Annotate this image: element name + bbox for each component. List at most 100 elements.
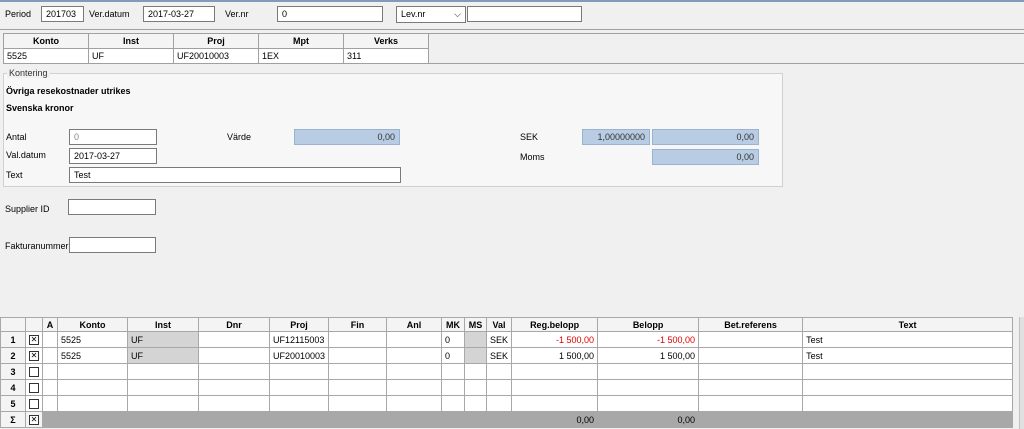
- konto-cell[interactable]: 5525: [3, 48, 89, 64]
- fin-cell[interactable]: [328, 379, 388, 396]
- text-input[interactable]: Test: [69, 167, 401, 183]
- a-cell[interactable]: [42, 379, 58, 396]
- proj-cell[interactable]: UF20010003: [268, 347, 330, 364]
- betreferens-cell[interactable]: [698, 395, 804, 412]
- sum-checkbox[interactable]: [25, 411, 43, 428]
- checkbox-empty-icon[interactable]: [29, 398, 39, 409]
- val-cell[interactable]: [486, 379, 513, 396]
- checkbox-empty-icon[interactable]: [29, 366, 39, 377]
- fakturanummer-input[interactable]: [69, 237, 156, 253]
- fin-cell[interactable]: [328, 363, 388, 380]
- table-row[interactable]: 2 5525 UF UF20010003 0 SEK 1 500,00 1 50…: [0, 347, 1014, 364]
- mk-cell[interactable]: [441, 395, 466, 412]
- konto-cell[interactable]: [57, 379, 128, 396]
- text-cell[interactable]: [802, 395, 1014, 412]
- text-cell[interactable]: Test: [802, 331, 1014, 348]
- checkbox-empty-icon[interactable]: [29, 382, 39, 393]
- checkbox-checked-icon[interactable]: [29, 350, 39, 361]
- val-cell[interactable]: [486, 395, 513, 412]
- ms-cell[interactable]: [464, 379, 488, 396]
- dnr-cell[interactable]: [198, 331, 270, 348]
- table-row[interactable]: 1 5525 UF UF12115003 0 SEK -1 500,00 -1 …: [0, 331, 1014, 348]
- supplier-id-input[interactable]: [68, 199, 156, 215]
- dnr-cell[interactable]: [198, 347, 270, 364]
- anl-cell[interactable]: [386, 379, 443, 396]
- anl-cell[interactable]: [386, 347, 443, 364]
- text-cell[interactable]: Test: [802, 347, 1014, 364]
- mk-cell[interactable]: [441, 363, 466, 380]
- konto-cell[interactable]: [57, 395, 128, 412]
- val-cell[interactable]: SEK: [486, 347, 513, 364]
- inst-cell[interactable]: [127, 395, 199, 412]
- row-checkbox[interactable]: [25, 347, 43, 364]
- dnr-cell[interactable]: [198, 395, 270, 412]
- proj-cell[interactable]: [268, 363, 330, 380]
- mk-cell[interactable]: [441, 379, 466, 396]
- row-checkbox[interactable]: [25, 379, 43, 396]
- row-checkbox[interactable]: [25, 395, 43, 412]
- anl-cell[interactable]: [386, 331, 443, 348]
- proj-cell[interactable]: [268, 395, 330, 412]
- ms-cell[interactable]: [464, 331, 488, 348]
- verks-cell[interactable]: 311: [343, 48, 429, 64]
- betreferens-cell[interactable]: [698, 379, 804, 396]
- regbelopp-cell[interactable]: 1 500,00: [511, 347, 599, 364]
- vertical-scrollbar[interactable]: [1019, 317, 1024, 429]
- ms-cell[interactable]: [464, 395, 488, 412]
- levnr-input[interactable]: [467, 6, 582, 22]
- a-cell[interactable]: [42, 395, 58, 412]
- row-checkbox[interactable]: [25, 363, 43, 380]
- levnr-select[interactable]: Lev.nr ⌵: [396, 6, 466, 23]
- anl-cell[interactable]: [386, 395, 443, 412]
- inst-cell[interactable]: UF: [127, 331, 199, 348]
- mpt-cell[interactable]: 1EX: [258, 48, 344, 64]
- dnr-cell[interactable]: [198, 363, 270, 380]
- a-cell[interactable]: [42, 331, 58, 348]
- table-row[interactable]: 4: [0, 379, 1014, 396]
- proj-cell[interactable]: [268, 379, 330, 396]
- ms-cell[interactable]: [464, 347, 488, 364]
- belopp-cell[interactable]: [597, 379, 700, 396]
- period-input[interactable]: 201703: [41, 6, 84, 22]
- val-cell[interactable]: [486, 363, 513, 380]
- inst-cell[interactable]: UF: [127, 347, 199, 364]
- regbelopp-cell[interactable]: [511, 395, 599, 412]
- dnr-cell[interactable]: [198, 379, 270, 396]
- proj-cell[interactable]: UF20010003: [173, 48, 259, 64]
- row-checkbox[interactable]: [25, 331, 43, 348]
- inst-cell[interactable]: UF: [88, 48, 174, 64]
- betreferens-cell[interactable]: [698, 331, 804, 348]
- valdatum-input[interactable]: 2017-03-27: [69, 148, 157, 164]
- betreferens-cell[interactable]: [698, 363, 804, 380]
- fin-cell[interactable]: [328, 347, 388, 364]
- a-cell[interactable]: [42, 363, 58, 380]
- belopp-cell[interactable]: 1 500,00: [597, 347, 700, 364]
- mk-cell[interactable]: 0: [441, 347, 466, 364]
- text-cell[interactable]: [802, 363, 1014, 380]
- regbelopp-cell[interactable]: [511, 379, 599, 396]
- konto-cell[interactable]: 5525: [57, 331, 128, 348]
- table-row[interactable]: 5: [0, 395, 1014, 412]
- fin-cell[interactable]: [328, 395, 388, 412]
- konto-cell[interactable]: [57, 363, 128, 380]
- text-cell[interactable]: [802, 379, 1014, 396]
- fin-cell[interactable]: [328, 331, 388, 348]
- belopp-cell[interactable]: -1 500,00: [597, 331, 700, 348]
- table-row[interactable]: 3: [0, 363, 1014, 380]
- ms-cell[interactable]: [464, 363, 488, 380]
- anl-cell[interactable]: [386, 363, 443, 380]
- vernr-input[interactable]: 0: [277, 6, 383, 22]
- regbelopp-cell[interactable]: -1 500,00: [511, 331, 599, 348]
- verdatum-input[interactable]: 2017-03-27: [143, 6, 215, 22]
- a-cell[interactable]: [42, 347, 58, 364]
- antal-input[interactable]: 0: [69, 129, 157, 145]
- konto-cell[interactable]: 5525: [57, 347, 128, 364]
- checkbox-checked-icon[interactable]: [29, 334, 39, 345]
- val-cell[interactable]: SEK: [486, 331, 513, 348]
- betreferens-cell[interactable]: [698, 347, 804, 364]
- belopp-cell[interactable]: [597, 363, 700, 380]
- belopp-cell[interactable]: [597, 395, 700, 412]
- checkbox-checked-icon[interactable]: [29, 414, 39, 425]
- inst-cell[interactable]: [127, 363, 199, 380]
- mk-cell[interactable]: 0: [441, 331, 466, 348]
